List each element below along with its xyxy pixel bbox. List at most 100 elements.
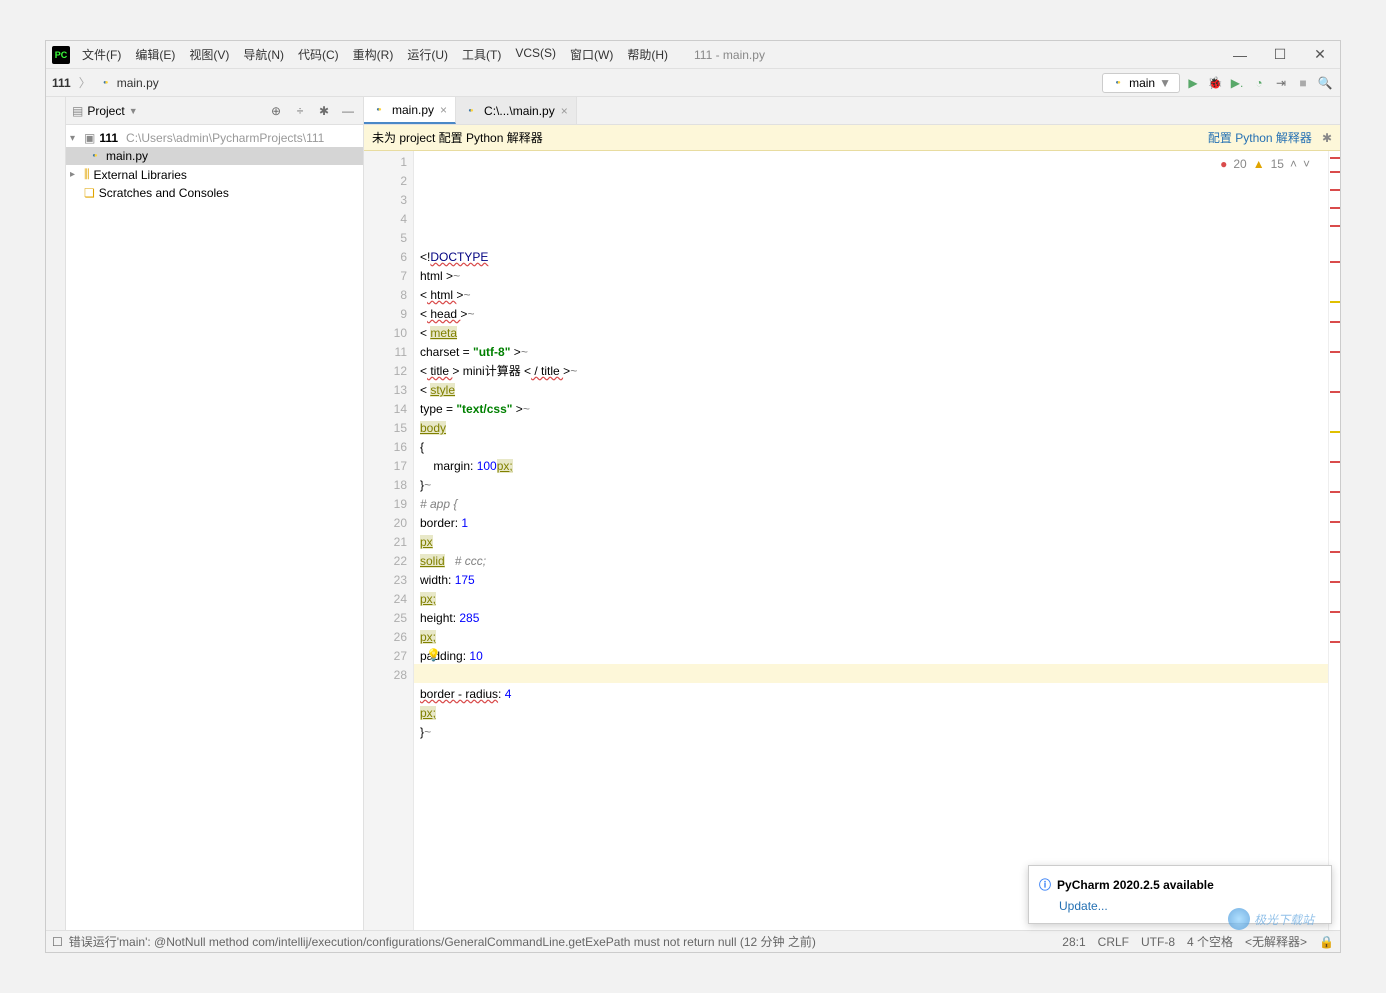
tab-label: main.py [392,103,434,117]
breadcrumb-project[interactable]: 111 [52,76,71,90]
warning-icon: ▲ [1253,155,1265,174]
python-interpreter[interactable]: <无解释器> [1245,933,1307,950]
python-file-icon [88,149,102,163]
tree-project-name: 111 [99,131,118,145]
lock-icon[interactable]: 🔒 [1319,935,1334,949]
gear-icon[interactable]: ✱ [1322,131,1332,145]
python-icon [1111,76,1125,90]
tree-row-label: External Libraries [94,168,187,182]
settings-icon[interactable]: ✱ [315,102,333,120]
line-separator[interactable]: CRLF [1098,935,1129,949]
error-stripe[interactable] [1328,151,1340,930]
menu-view[interactable]: 视图(V) [183,42,235,67]
menu-file[interactable]: 文件(F) [76,42,127,67]
menu-window[interactable]: 窗口(W) [564,42,619,67]
debug-button[interactable]: 🐞 [1206,74,1224,92]
project-view-selector[interactable]: ▤ Project ▼ [72,104,138,118]
chevron-down-icon[interactable]: ˅ [1303,155,1310,174]
project-tree[interactable]: ▾ ▣ 111 C:\Users\admin\PycharmProjects\1… [66,125,363,206]
banner-text: 未为 project 配置 Python 解释器 [372,129,543,146]
update-popup: ⓘ PyCharm 2020.2.5 available Update... [1028,865,1332,924]
run-config-label: main [1129,76,1155,90]
tree-project-root[interactable]: ▾ ▣ 111 C:\Users\admin\PycharmProjects\1… [66,129,363,147]
menu-code[interactable]: 代码(C) [292,42,345,67]
hide-button[interactable]: — [339,102,357,120]
menu-edit[interactable]: 编辑(E) [129,42,181,67]
info-icon: ⓘ [1039,876,1051,893]
chevron-down-icon[interactable]: ▾ [70,133,80,144]
libraries-icon: ⫼ [84,167,90,182]
line-number-gutter[interactable]: 1234567891011121314151617181920212223242… [364,151,414,930]
popup-title-text: PyCharm 2020.2.5 available [1057,878,1214,892]
menu-run[interactable]: 运行(U) [401,42,454,67]
update-link[interactable]: Update... [1059,899,1321,913]
navbar: 111 〉 main.py main ▼ ▶ 🐞 ▶. ◔ ⇥ ■ 🔍 [46,69,1340,97]
current-line-highlight [414,664,1328,683]
menu-refactor[interactable]: 重构(R) [347,42,400,67]
folder-icon: ▣ [84,131,95,145]
error-count: 20 [1233,155,1246,174]
editor-tabs: main.py × C:\...\main.py × [364,97,1340,125]
indent-setting[interactable]: 4 个空格 [1187,933,1233,950]
python-file-icon [464,104,478,118]
expand-all-button[interactable]: ÷ [291,102,309,120]
chevron-down-icon: ▼ [129,106,138,116]
tree-scratches[interactable]: ❏ Scratches and Consoles [66,184,363,202]
caret-position[interactable]: 28:1 [1062,935,1085,949]
menu-navigate[interactable]: 导航(N) [237,42,290,67]
minimize-button[interactable]: ― [1220,41,1260,69]
maximize-button[interactable]: ☐ [1260,41,1300,69]
locate-button[interactable]: ⊕ [267,102,285,120]
chevron-right-icon: 〉 [79,74,91,91]
profile-button[interactable]: ◔ [1250,74,1268,92]
chevron-down-icon: ▼ [1159,76,1171,90]
search-everywhere-button[interactable]: 🔍 [1316,74,1334,92]
python-file-icon [99,76,113,90]
app-icon: PC [52,46,70,64]
tree-row-label: Scratches and Consoles [99,186,229,200]
project-tool-window: ▤ Project ▼ ⊕ ÷ ✱ — ▾ ▣ 111 C:\Users\adm… [66,97,364,930]
close-button[interactable]: ✕ [1300,41,1340,69]
left-tool-strip[interactable] [46,97,66,930]
menu-tools[interactable]: 工具(T) [456,42,507,67]
tab-main-py[interactable]: main.py × [364,97,456,124]
interpreter-banner: 未为 project 配置 Python 解释器 配置 Python 解释器 ✱ [364,125,1340,151]
titlebar: PC 文件(F) 编辑(E) 视图(V) 导航(N) 代码(C) 重构(R) 运… [46,41,1340,69]
status-message[interactable]: 错误运行'main': @NotNull method com/intellij… [69,933,816,950]
project-icon: ▤ [72,104,83,118]
bulb-icon[interactable]: 💡 [426,646,441,665]
configure-interpreter-link[interactable]: 配置 Python 解释器 [1208,129,1312,146]
scratches-icon: ❏ [84,186,95,200]
editor-area: main.py × C:\...\main.py × 未为 project 配置… [364,97,1340,930]
chevron-right-icon[interactable]: ▸ [70,169,80,180]
project-view-label: Project [87,104,124,118]
ide-window: PC 文件(F) 编辑(E) 视图(V) 导航(N) 代码(C) 重构(R) 运… [45,40,1341,953]
breadcrumb-file[interactable]: main.py [117,76,159,90]
menu-vcs[interactable]: VCS(S) [509,42,562,67]
chevron-up-icon[interactable]: ˄ [1290,155,1297,174]
error-icon: ● [1220,155,1227,174]
tab-main-py-2[interactable]: C:\...\main.py × [456,97,577,124]
file-encoding[interactable]: UTF-8 [1141,935,1175,949]
run-button[interactable]: ▶ [1184,74,1202,92]
close-tab-icon[interactable]: × [440,103,447,117]
code-content[interactable]: ●20 ▲15 ˄ ˅ <!DOCTYPEhtml >~< html >~< h… [414,151,1328,930]
inspection-widget[interactable]: ● 20 ▲ 15 ˄ ˅ [1220,155,1310,174]
menubar: 文件(F) 编辑(E) 视图(V) 导航(N) 代码(C) 重构(R) 运行(U… [76,42,674,67]
run-coverage-button[interactable]: ▶. [1228,74,1246,92]
run-config-selector[interactable]: main ▼ [1102,73,1180,93]
tree-external-libraries[interactable]: ▸ ⫼ External Libraries [66,165,363,184]
window-title: 111 - main.py [694,48,765,62]
breadcrumb[interactable]: 111 〉 main.py [52,74,159,91]
menu-help[interactable]: 帮助(H) [621,42,674,67]
tree-file-label: main.py [106,149,148,163]
code-editor[interactable]: 1234567891011121314151617181920212223242… [364,151,1340,930]
close-tab-icon[interactable]: × [561,104,568,118]
attach-button[interactable]: ⇥ [1272,74,1290,92]
tree-file-main[interactable]: main.py [66,147,363,165]
python-file-icon [372,103,386,117]
status-icon[interactable]: ☐ [52,935,63,949]
warning-count: 15 [1271,155,1284,174]
status-bar: ☐ 错误运行'main': @NotNull method com/intell… [46,930,1340,952]
stop-button[interactable]: ■ [1294,74,1312,92]
